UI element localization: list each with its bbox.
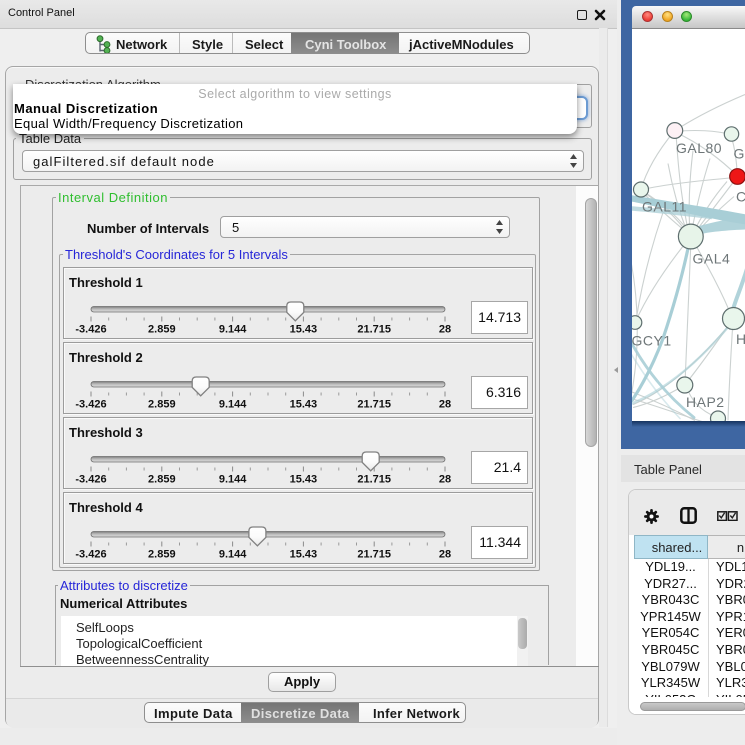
svg-text:GAL4: GAL4 [693, 250, 731, 266]
svg-text:2.859: 2.859 [148, 548, 176, 560]
svg-text:-3.426: -3.426 [75, 473, 106, 485]
svg-text:28: 28 [439, 323, 451, 335]
svg-text:9.144: 9.144 [219, 473, 247, 485]
svg-text:28: 28 [439, 473, 451, 485]
svg-text:15.43: 15.43 [290, 473, 318, 485]
svg-text:C: C [736, 188, 745, 204]
svg-text:H: H [736, 331, 745, 347]
svg-text:GAL80: GAL80 [676, 140, 722, 156]
svg-text:15.43: 15.43 [290, 398, 318, 410]
svg-text:2.859: 2.859 [148, 473, 176, 485]
svg-text:28: 28 [439, 548, 451, 560]
svg-text:9.144: 9.144 [219, 323, 247, 335]
svg-text:G.: G. [734, 145, 745, 161]
svg-text:-3.426: -3.426 [75, 323, 106, 335]
svg-text:-3.426: -3.426 [75, 398, 106, 410]
svg-text:2.859: 2.859 [148, 323, 176, 335]
svg-text:GAL11: GAL11 [642, 198, 687, 214]
svg-text:21.715: 21.715 [357, 398, 391, 410]
svg-text:28: 28 [439, 398, 451, 410]
svg-text:9.144: 9.144 [219, 398, 247, 410]
svg-text:15.43: 15.43 [290, 323, 318, 335]
svg-text:9.144: 9.144 [219, 548, 247, 560]
svg-text:21.715: 21.715 [357, 323, 391, 335]
svg-text:21.715: 21.715 [357, 473, 391, 485]
svg-text:-3.426: -3.426 [75, 548, 106, 560]
svg-text:2.859: 2.859 [148, 398, 176, 410]
svg-text:21.715: 21.715 [357, 548, 391, 560]
svg-text:GCY1: GCY1 [632, 332, 672, 348]
svg-text:HAP2: HAP2 [686, 394, 725, 410]
svg-text:15.43: 15.43 [290, 548, 318, 560]
